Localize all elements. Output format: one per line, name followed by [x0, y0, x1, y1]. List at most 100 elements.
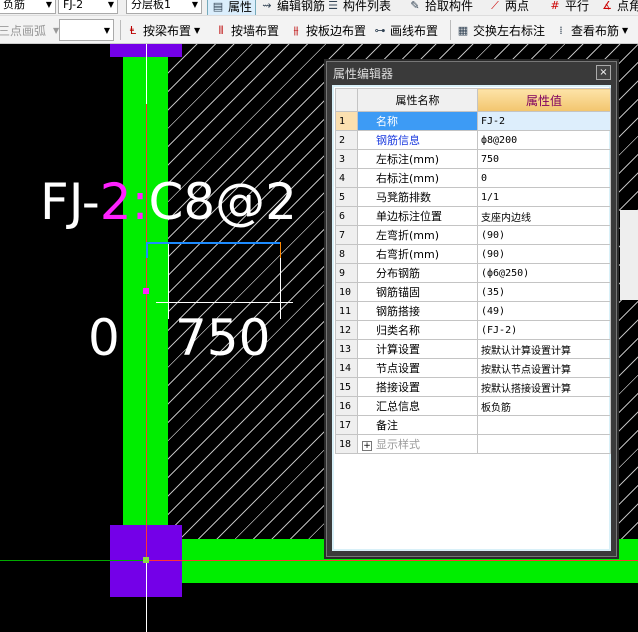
property-value[interactable]: 支座内边线 [477, 206, 611, 226]
property-row[interactable]: 15 搭接设置 按默认搭接设置计算 [335, 377, 611, 397]
dim-ext-left [168, 244, 169, 319]
left-dimension: 0 [88, 309, 120, 367]
property-value[interactable]: (90) [477, 244, 611, 264]
property-name: 单边标注位置 [357, 206, 478, 226]
dim-line [156, 302, 293, 303]
edit-rebar-button[interactable]: ⇝ 编辑钢筋 [260, 0, 325, 14]
row-number: 2 [335, 130, 358, 150]
property-name: 分布钢筋 [357, 263, 478, 283]
row-number: 1 [335, 111, 358, 131]
dim-ext-right [280, 258, 281, 319]
rebar-line[interactable] [146, 242, 281, 244]
property-row[interactable]: 1 名称 FJ-2 [335, 111, 611, 131]
property-row[interactable]: 2 钢筋信息 ф8@200 [335, 130, 611, 150]
by-line-button[interactable]: ⊶ 画线布置 [373, 22, 439, 39]
layer-combo[interactable]: 分层板1 ▼ [126, 0, 202, 14]
arc-combo[interactable]: ▼ [59, 19, 114, 41]
pencil-icon: ✎ [410, 0, 420, 12]
chevron-down-icon: ▼ [622, 26, 629, 35]
property-name-text: 汇总信息 [376, 400, 420, 413]
by-line-label: 画线布置 [390, 24, 439, 38]
property-editor-dialog: 属性编辑器 × 属性名称 属性值 1 名称 FJ-2 2 钢筋信息 ф8@200 3 左标注(… [326, 61, 617, 557]
property-value[interactable]: FJ-2 [477, 111, 611, 131]
two-point-button[interactable]: ⟋ 两点 [488, 0, 529, 14]
property-name: 归类名称 [357, 320, 478, 340]
component-list-button[interactable]: ☰ 构件列表 [326, 0, 391, 14]
properties-button[interactable]: ▤ 属性 [207, 0, 257, 15]
property-name: 钢筋信息 [357, 130, 478, 150]
arc-label: 三点画弧 [0, 24, 47, 38]
type-combo[interactable]: 负筋 ▼ [0, 0, 56, 14]
property-value[interactable]: (ф6@250) [477, 263, 611, 283]
view-rebar-label: 查看布筋 [571, 24, 620, 38]
property-name-text: 右弯折(mm) [376, 248, 440, 261]
property-value[interactable]: 板负筋 [477, 396, 611, 416]
swap-labels-button[interactable]: ▦ 交换左右标注 [456, 22, 545, 39]
property-row[interactable]: 16 汇总信息 板负筋 [335, 396, 611, 416]
row-number: 11 [335, 301, 358, 321]
by-beam-button[interactable]: Ⱡ 按梁布置 ▼ [126, 22, 200, 39]
property-row[interactable]: 12 归类名称 (FJ-2) [335, 320, 611, 340]
property-row[interactable]: 11 钢筋搭接 (49) [335, 301, 611, 321]
component-combo[interactable]: FJ-2 ▼ [58, 0, 118, 14]
column-header-value: 属性值 [477, 88, 611, 112]
right-dimension: 750 [175, 309, 271, 367]
toolbar-top: 负筋 ▼ FJ-2 ▼ 分层板1 ▼ ▤ 属性 ⇝ 编辑钢筋 ☰ 构件列表 ✎ 拾取构件 ⟋ 两… [0, 0, 638, 16]
column-header-name: 属性名称 [357, 88, 478, 112]
property-value[interactable]: ф8@200 [477, 130, 611, 150]
property-value[interactable]: 按默认计算设置计算 [477, 339, 611, 359]
row-number: 5 [335, 187, 358, 207]
layer-combo-value: 分层板1 [131, 0, 171, 11]
property-row[interactable]: 18 + 显示样式 [335, 434, 611, 454]
property-name: 左弯折(mm) [357, 225, 478, 245]
property-value[interactable]: 750 [477, 149, 611, 169]
expand-icon[interactable]: + [362, 441, 372, 451]
property-name-text: 钢筋信息 [376, 134, 420, 147]
property-row[interactable]: 6 单边标注位置 支座内边线 [335, 206, 611, 226]
view-rebar-button[interactable]: ⁞ 查看布筋 ▼ [554, 22, 628, 39]
chevron-down-icon: ▼ [194, 26, 201, 35]
property-row[interactable]: 9 分布钢筋 (ф6@250) [335, 263, 611, 283]
property-row[interactable]: 17 备注 [335, 415, 611, 435]
property-row[interactable]: 3 左标注(mm) 750 [335, 149, 611, 169]
parallel-icon: # [550, 0, 560, 12]
property-value[interactable]: 1/1 [477, 187, 611, 207]
property-name-text: 归类名称 [376, 324, 420, 337]
row-number: 9 [335, 263, 358, 283]
property-row[interactable]: 8 右弯折(mm) (90) [335, 244, 611, 264]
property-name: 马凳筋排数 [357, 187, 478, 207]
swap-labels-label: 交换左右标注 [473, 24, 546, 38]
row-number: 16 [335, 396, 358, 416]
property-row[interactable]: 14 节点设置 按默认节点设置计算 [335, 358, 611, 378]
property-row[interactable]: 10 钢筋锚固 (35) [335, 282, 611, 302]
grip-point[interactable] [143, 288, 149, 294]
edit-rebar-icon: ⇝ [262, 0, 272, 12]
property-value[interactable] [477, 434, 611, 454]
property-value[interactable]: (35) [477, 282, 611, 302]
property-value[interactable]: (90) [477, 225, 611, 245]
point-angle-label: 点角 [617, 0, 638, 13]
properties-icon: ▤ [212, 0, 224, 13]
property-value[interactable] [477, 415, 611, 435]
swap-icon: ▦ [457, 23, 469, 37]
property-value[interactable]: 0 [477, 168, 611, 188]
property-row[interactable]: 4 右标注(mm) 0 [335, 168, 611, 188]
property-row[interactable]: 5 马凳筋排数 1/1 [335, 187, 611, 207]
property-row[interactable]: 13 计算设置 按默认计算设置计算 [335, 339, 611, 359]
point-angle-button[interactable]: ∡ 点角 [600, 0, 638, 14]
property-name: 钢筋锚固 [357, 282, 478, 302]
property-row[interactable]: 7 左弯折(mm) (90) [335, 225, 611, 245]
property-value[interactable]: (49) [477, 301, 611, 321]
close-icon[interactable]: × [596, 65, 611, 80]
dialog-title: 属性编辑器 [333, 67, 394, 81]
parallel-button[interactable]: # 平行 [548, 0, 589, 14]
arc-button[interactable]: 三点画弧 ▼ [0, 22, 59, 39]
pick-component-button[interactable]: ✎ 拾取构件 [408, 0, 473, 14]
property-value[interactable]: 按默认搭接设置计算 [477, 377, 611, 397]
property-name: 搭接设置 [357, 377, 478, 397]
property-value[interactable]: (FJ-2) [477, 320, 611, 340]
row-number: 17 [335, 415, 358, 435]
by-wall-button[interactable]: ⫴ 按墙布置 [214, 22, 279, 39]
by-slab-edge-button[interactable]: ⫵ 按板边布置 [289, 22, 366, 39]
property-value[interactable]: 按默认节点设置计算 [477, 358, 611, 378]
